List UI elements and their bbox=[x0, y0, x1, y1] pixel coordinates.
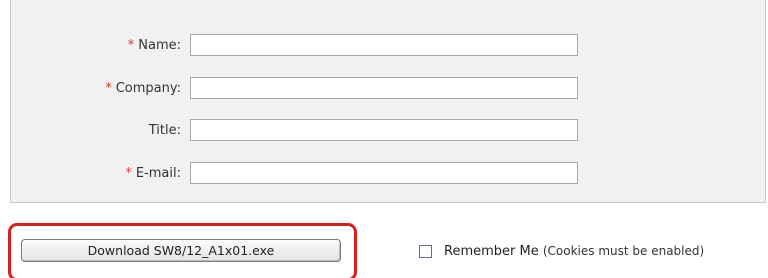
title-field[interactable] bbox=[190, 119, 578, 141]
email-label: * E-mail: bbox=[125, 166, 181, 181]
required-asterisk: * bbox=[127, 38, 135, 53]
company-label: * Company: bbox=[105, 81, 181, 96]
company-row: * Company: bbox=[11, 77, 765, 101]
download-button[interactable]: Download SW8/12_A1x01.exe bbox=[21, 239, 341, 262]
email-field[interactable] bbox=[190, 162, 578, 184]
cookies-note: (Cookies must be enabled) bbox=[542, 244, 705, 258]
required-asterisk: * bbox=[105, 81, 112, 96]
remember-me-checkbox[interactable] bbox=[419, 245, 432, 258]
remember-me-label: Remember Me (Cookies must be enabled) bbox=[444, 244, 705, 259]
name-label: * Name: bbox=[127, 38, 181, 53]
registration-form: * Name: * Company: Title: * E-mail: bbox=[10, 0, 766, 203]
required-asterisk: * bbox=[125, 166, 132, 181]
name-row: * Name: bbox=[11, 34, 765, 58]
title-label: Title: bbox=[148, 123, 181, 138]
title-row: Title: bbox=[11, 119, 765, 143]
company-field[interactable] bbox=[190, 77, 578, 99]
email-row: * E-mail: bbox=[11, 162, 765, 186]
download-registration-page: * Name: * Company: Title: * E-mail: Downloa… bbox=[0, 0, 768, 278]
name-field[interactable] bbox=[190, 34, 578, 56]
